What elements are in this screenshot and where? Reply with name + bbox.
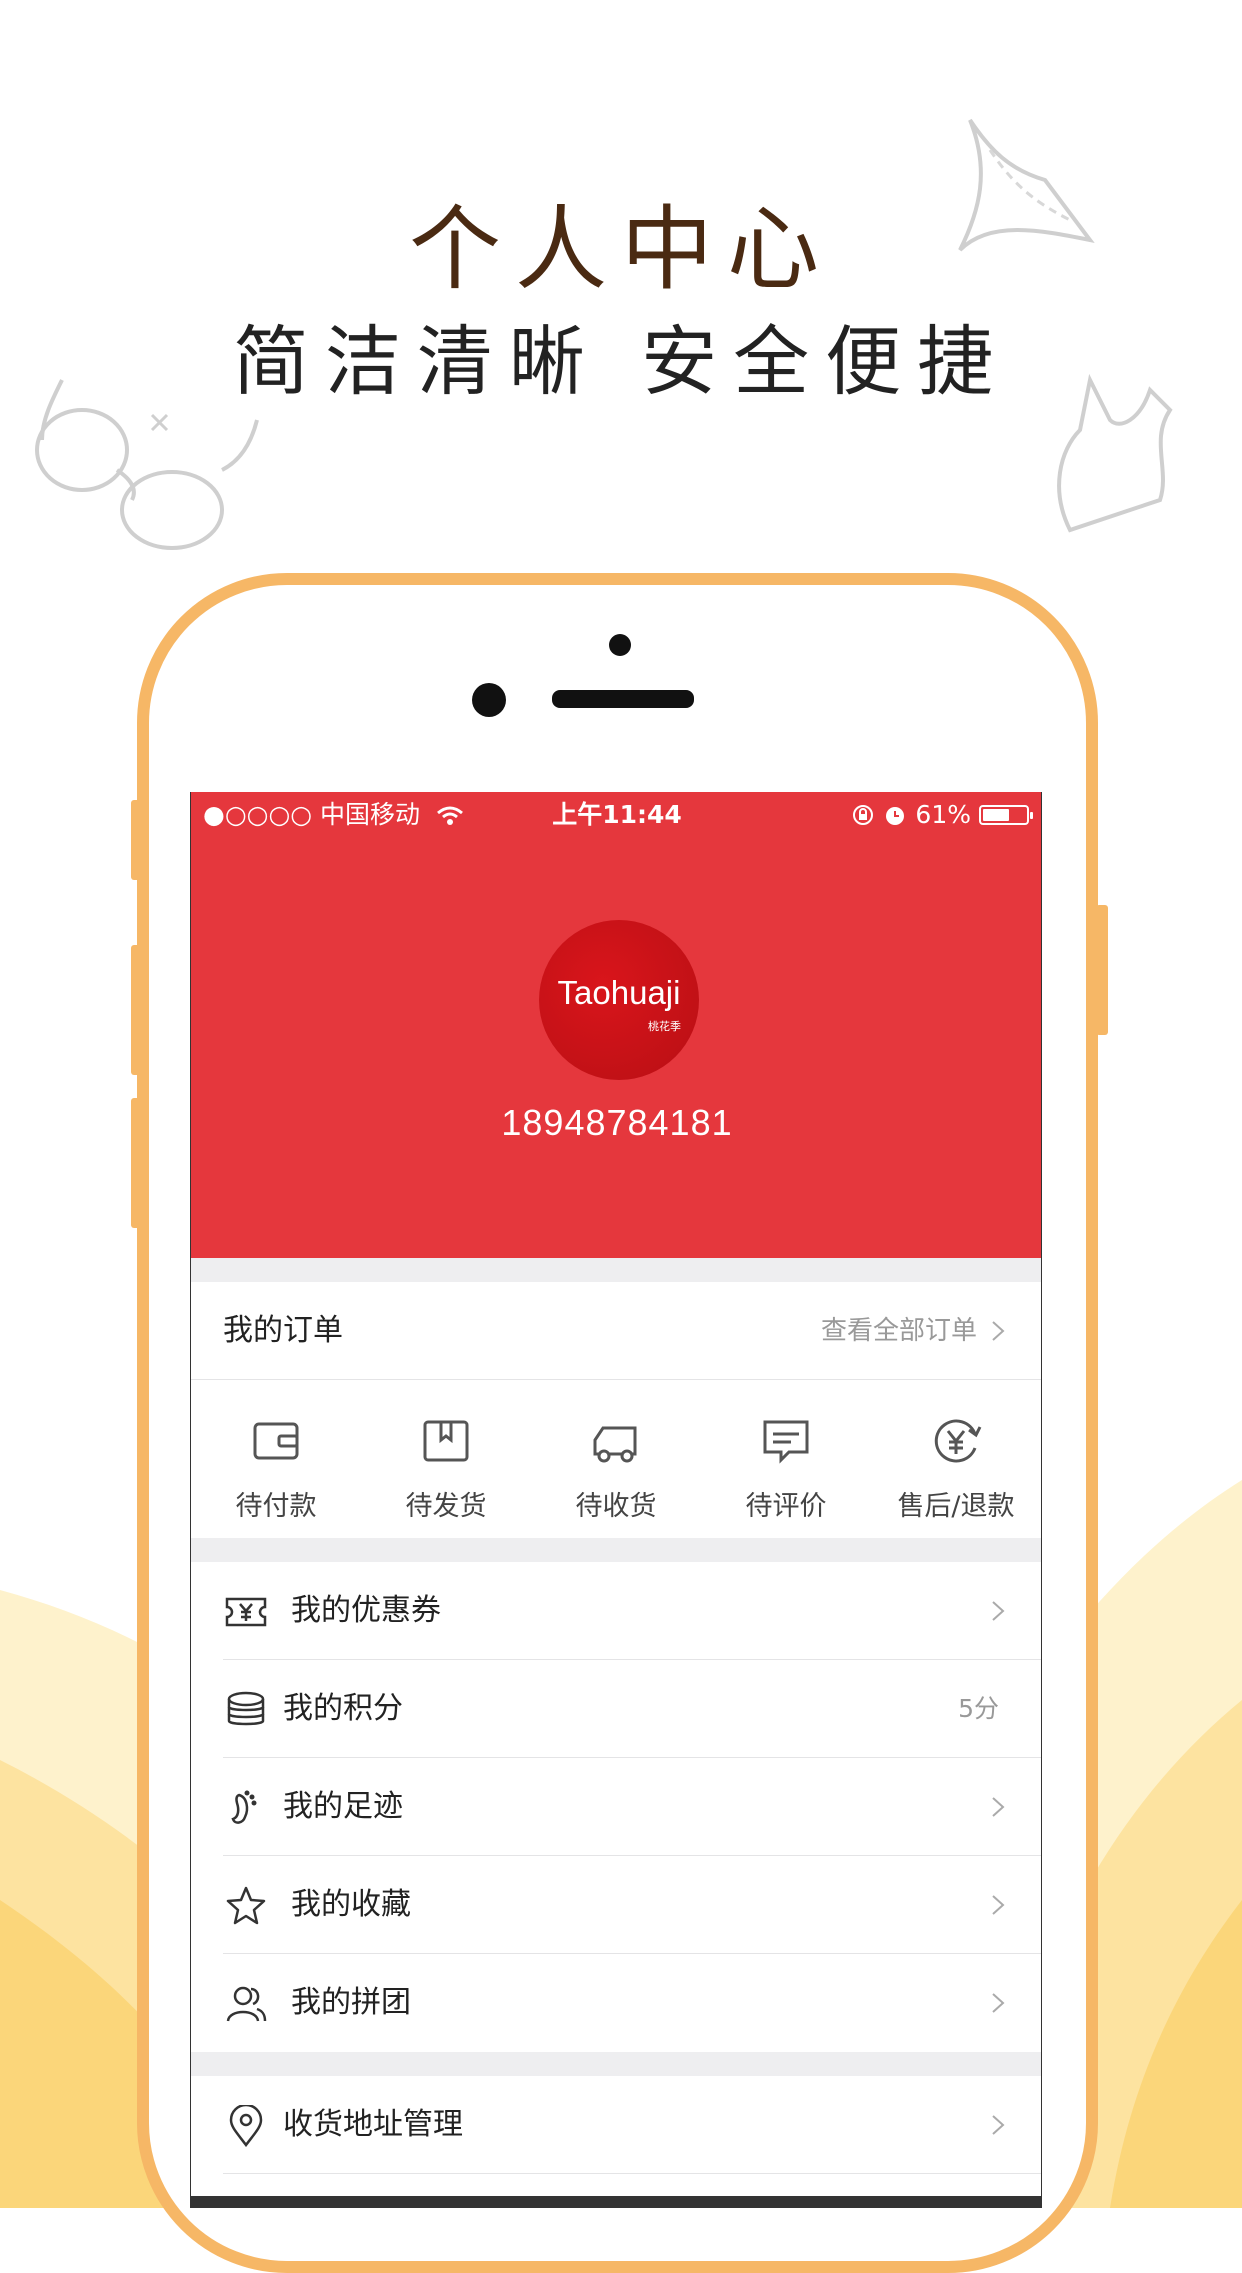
avatar-brand-sub: 桃花季 (648, 1020, 681, 1033)
wallet-icon (253, 1422, 299, 1460)
points-value: 5分 (958, 1694, 999, 1723)
front-camera (609, 634, 631, 656)
chevron-right-icon (992, 1601, 1005, 1621)
my-orders-row[interactable]: 我的订单 查看全部订单 (191, 1282, 1041, 1380)
rotation-lock-icon (853, 805, 874, 825)
chevron-right-icon (992, 1895, 1005, 1915)
phone-side-button-3 (131, 1098, 141, 1228)
chevron-right-icon (992, 2115, 1005, 2135)
row-divider (223, 2173, 1041, 2174)
order-pending-payment[interactable]: 待付款 (191, 1388, 361, 1538)
coins-icon (227, 1691, 265, 1726)
order-item-label: 待评价 (745, 1491, 827, 1522)
footprint-icon (231, 1790, 257, 1824)
menu-coupons[interactable]: 我的优惠券 (191, 1562, 1041, 1660)
section-gap (191, 1538, 1041, 1562)
order-item-label: 待付款 (235, 1491, 317, 1522)
order-after-sales[interactable]: 售后/退款 (871, 1388, 1041, 1538)
battery-icon (979, 805, 1033, 825)
row-divider (191, 1379, 1041, 1380)
star-icon (226, 1886, 266, 1925)
menu-label: 我的足迹 (283, 1789, 403, 1824)
view-all-orders-link[interactable]: 查看全部订单 (821, 1282, 977, 1380)
order-pending-review[interactable]: 待评价 (701, 1388, 871, 1538)
menu-label: 我的优惠券 (291, 1593, 441, 1628)
profile-header: ●○○○○ 中国移动 上午11:44 61% Taohuaji 桃花季 1894… (191, 792, 1041, 1258)
order-pending-shipment[interactable]: 待发货 (361, 1388, 531, 1538)
order-item-label: 待收货 (575, 1491, 657, 1522)
menu-footprints[interactable]: 我的足迹 (191, 1758, 1041, 1856)
app-screen: ●○○○○ 中国移动 上午11:44 61% Taohuaji 桃花季 1894… (190, 792, 1042, 2208)
order-status-bar: 待付款 待发货 待收货 待评价 售后/退款 (191, 1388, 1041, 1538)
section-gap (191, 2052, 1041, 2076)
avatar-brand: Taohuaji (557, 974, 681, 1011)
menu-points[interactable]: 我的积分 5分 (191, 1660, 1041, 1758)
my-orders-title: 我的订单 (223, 1313, 343, 1348)
status-bar: ●○○○○ 中国移动 上午11:44 61% (191, 792, 1041, 838)
status-right: 61% (851, 792, 1033, 838)
box-icon (423, 1420, 469, 1462)
menu-label: 我的拼团 (291, 1985, 411, 2020)
user-phone-number: 18948784181 (501, 1102, 733, 1143)
menu-group-buy[interactable]: 我的拼团 (191, 1954, 1041, 2052)
chevron-right-icon (992, 1797, 1005, 1817)
phone-side-button-2 (131, 945, 141, 1075)
headline-subtitle: 简洁清晰 安全便捷 (232, 317, 1010, 406)
order-pending-receipt[interactable]: 待收货 (531, 1388, 701, 1538)
menu-address[interactable]: 收货地址管理 (191, 2076, 1041, 2174)
menu-label: 我的收藏 (291, 1887, 411, 1922)
menu-label: 我的积分 (283, 1691, 403, 1726)
location-icon (229, 2105, 263, 2147)
menu-label: 收货地址管理 (283, 2107, 463, 2142)
comment-icon (763, 1420, 809, 1464)
truck-icon (593, 1426, 637, 1463)
section-gap (191, 1258, 1041, 1282)
avatar[interactable]: Taohuaji 桃花季 (539, 920, 699, 1080)
order-item-label: 待发货 (405, 1491, 487, 1522)
screen-bottom-edge (191, 2196, 1041, 2208)
chevron-right-icon (992, 1993, 1005, 2013)
phone-side-button-1 (131, 800, 141, 880)
order-item-label: 售后/退款 (897, 1491, 1015, 1522)
front-sensor (472, 683, 506, 717)
menu-favorites[interactable]: 我的收藏 (191, 1856, 1041, 1954)
phone-power-button (1096, 905, 1108, 1035)
refund-icon (934, 1419, 982, 1463)
earpiece-speaker (552, 690, 694, 708)
alarm-icon (886, 807, 905, 825)
coupon-icon (225, 1597, 267, 1627)
headline-title: 个人中心 (408, 196, 833, 303)
battery-percent: 61% (915, 800, 971, 829)
chevron-right-icon (992, 1321, 1005, 1341)
group-icon (226, 1986, 267, 2022)
